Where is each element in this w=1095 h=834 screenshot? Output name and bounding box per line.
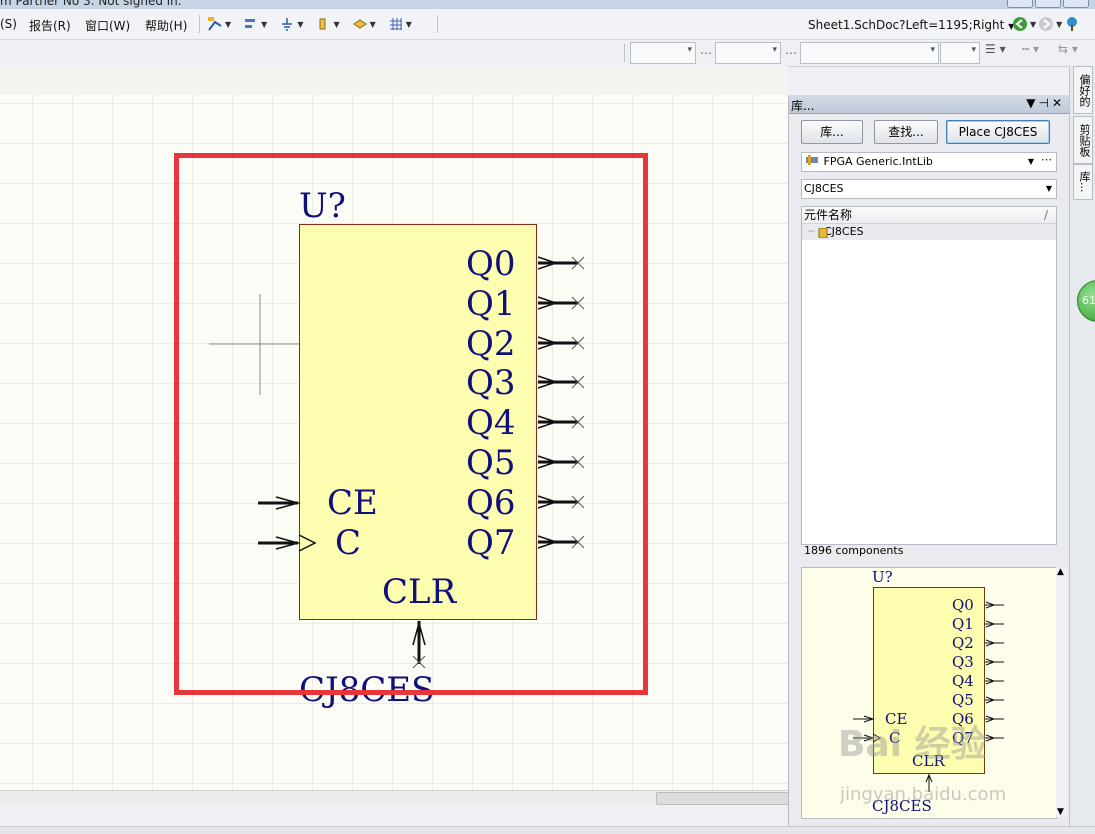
chevron-down-icon[interactable]: ▼ xyxy=(1028,153,1034,171)
place-component-button[interactable]: Place CJ8CES xyxy=(946,120,1050,144)
document-path-box[interactable]: Sheet1.SchDoc?Left=1195;Right ▼ xyxy=(808,16,1014,34)
chevron-down-icon[interactable]: ▼ xyxy=(1056,20,1062,29)
tab-clipboard[interactable]: 剪贴板 xyxy=(1073,116,1093,164)
chevron-down-icon[interactable]: ▼ xyxy=(1026,96,1038,110)
tab-favorites[interactable]: 偏好的 xyxy=(1073,66,1093,114)
chevron-down-icon[interactable]: ▼ xyxy=(1046,180,1052,198)
panel-controls: ▼⊣✕ xyxy=(1026,96,1065,110)
column-header-name: 元件名称 xyxy=(804,208,853,222)
back-arrow-icon[interactable] xyxy=(1012,16,1028,32)
component-count: 1896 components xyxy=(804,544,904,557)
component-preview: U? Q0 Q1 Q2 Q3 Q4 Q5 Q6 Q7 CE C CLR CJ8C… xyxy=(801,567,1057,819)
highlight-box xyxy=(174,153,648,695)
home-tree-icon[interactable] xyxy=(1064,16,1080,32)
sort-icon[interactable]: / xyxy=(1044,207,1048,223)
component-list-header[interactable]: 元件名称 / xyxy=(802,207,1056,224)
document-path: Sheet1.SchDoc?Left=1195;Right xyxy=(808,18,1005,32)
toolbar-combo-3[interactable] xyxy=(800,42,939,64)
right-tab-strip: 偏好的 剪贴板 库... xyxy=(1069,66,1095,826)
forward-arrow-icon[interactable] xyxy=(1038,16,1054,32)
maximize-button[interactable] xyxy=(1035,0,1061,8)
tree-line-icon: ┄ xyxy=(808,225,815,238)
library-select-value: FPGA Generic.IntLib xyxy=(823,155,933,168)
filter-combo[interactable]: CJ8CES ▼ xyxy=(801,179,1057,199)
line-style-icon[interactable]: ☰ ▾ xyxy=(985,42,1006,56)
close-window-button[interactable] xyxy=(1063,0,1089,8)
library-icon xyxy=(806,153,820,171)
scroll-down-icon[interactable]: ▼ xyxy=(1057,807,1064,817)
line-dash-icon[interactable]: ┅ ▾ xyxy=(1022,42,1039,56)
search-button[interactable]: 查找... xyxy=(874,120,938,144)
libraries-button[interactable]: 库... xyxy=(801,120,863,144)
nav-buttons: ▼ ▼ xyxy=(1012,15,1080,33)
watermark-logo: Bai 经验 xyxy=(838,724,987,765)
horizontal-scroll-thumb[interactable] xyxy=(656,792,790,805)
list-item[interactable]: ┄ CJ8CES xyxy=(802,224,1056,240)
window-controls xyxy=(1007,0,1089,8)
chevron-down-icon[interactable]: ▼ xyxy=(1030,20,1036,29)
filter-value: CJ8CES xyxy=(804,182,844,195)
library-panel-title: 库... xyxy=(791,99,815,113)
minimize-button[interactable] xyxy=(1007,0,1033,8)
swap-icon[interactable]: ⇆ ▾ xyxy=(1058,42,1078,56)
component-list[interactable]: 元件名称 / ┄ CJ8CES xyxy=(801,206,1057,545)
toolbar-combo-4[interactable] xyxy=(940,42,980,64)
scroll-up-icon[interactable]: ▲ xyxy=(1057,567,1064,577)
tab-libraries[interactable]: 库... xyxy=(1073,164,1093,200)
preview-scrollbar[interactable]: ▲ ▼ xyxy=(1056,567,1068,817)
component-icon xyxy=(818,227,828,243)
list-item-label: CJ8CES xyxy=(824,225,864,238)
watermark-url: jingyan.baidu.com xyxy=(840,784,1007,805)
more-options-icon[interactable]: ⋯ xyxy=(1041,151,1052,169)
pin-icon[interactable]: ⊣ xyxy=(1038,96,1051,110)
library-panel-header: 库... ▼⊣✕ xyxy=(789,95,1069,114)
close-icon[interactable]: ✕ xyxy=(1052,96,1065,110)
library-select[interactable]: FPGA Generic.IntLib ▼ ⋯ xyxy=(801,152,1057,172)
preview-pins xyxy=(853,601,1004,792)
